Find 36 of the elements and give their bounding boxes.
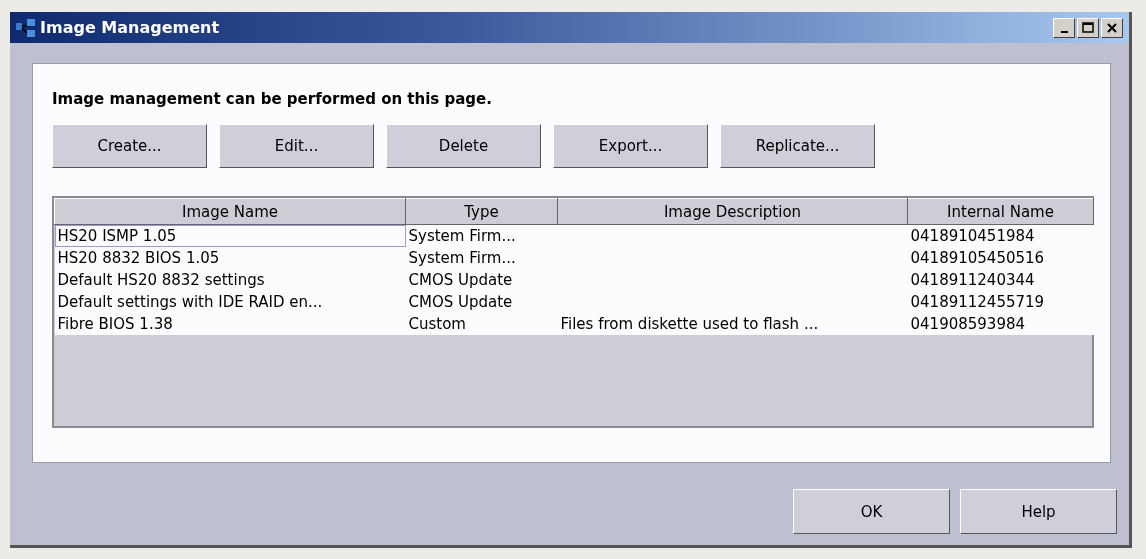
column-header[interactable]: Image Description: [557, 198, 908, 225]
table-cell: 041908593984: [907, 312, 1094, 335]
table-cell: 04189112455719: [907, 290, 1094, 313]
column-header[interactable]: Internal Name: [907, 198, 1094, 225]
table-cell: Default HS20 8832 settings: [54, 268, 406, 291]
action-button[interactable]: Replicate...: [720, 124, 875, 168]
table-cell: Default settings with IDE RAID en...: [54, 290, 406, 313]
table-cell: Files from diskette used to flash ...: [557, 312, 908, 335]
action-button[interactable]: Delete: [386, 124, 541, 168]
network-computers-icon: [15, 16, 37, 39]
table-cell: HS20 ISMP 1.05: [54, 224, 406, 247]
table-cell: 04189105450516: [907, 246, 1094, 269]
maximize-button[interactable]: [1077, 17, 1099, 38]
action-button[interactable]: Create...: [52, 124, 207, 168]
table-cell: Fibre BIOS 1.38: [54, 312, 406, 335]
column-header[interactable]: Type: [405, 198, 558, 225]
table-cell: Custom: [405, 312, 558, 335]
maximize-icon: [1082, 22, 1094, 33]
close-icon: [1107, 22, 1117, 33]
table-cell: 0418911240344: [907, 268, 1094, 291]
column-header[interactable]: Image Name: [54, 198, 406, 225]
window-title: Image Management: [40, 18, 221, 37]
table-cell: System Firm...: [405, 224, 558, 247]
action-button[interactable]: Edit...: [219, 124, 374, 168]
dialog-button[interactable]: OK: [793, 489, 950, 534]
table-cell: HS20 8832 BIOS 1.05: [54, 246, 406, 269]
table-cell: CMOS Update: [405, 268, 558, 291]
dialog-button[interactable]: Help: [960, 489, 1117, 534]
table-cell: 0418910451984: [907, 224, 1094, 247]
minimize-icon: [1060, 30, 1068, 33]
table-cell: CMOS Update: [405, 290, 558, 313]
close-button[interactable]: [1101, 17, 1123, 38]
instruction-text: Image management can be performed on this page.: [52, 90, 493, 110]
minimize-button[interactable]: [1053, 17, 1075, 38]
table-cell: System Firm...: [405, 246, 558, 269]
action-button[interactable]: Export...: [553, 124, 708, 168]
